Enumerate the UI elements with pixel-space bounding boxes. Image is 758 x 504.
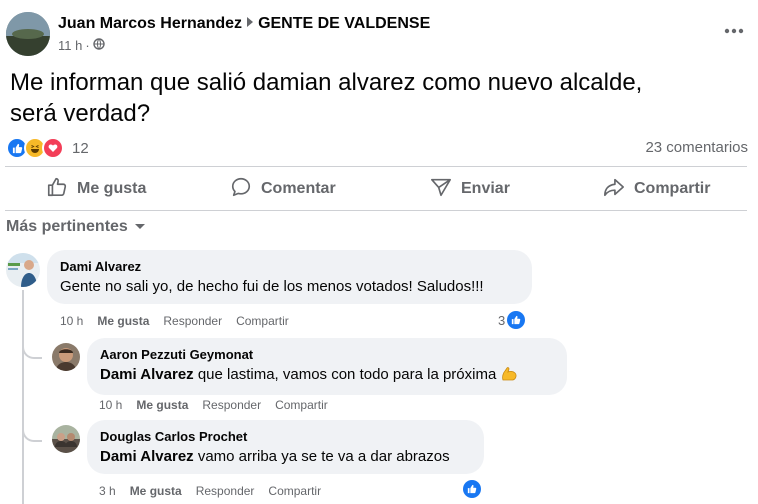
comment-button-label: Comentar [261, 180, 336, 197]
reply-actions: 3 h Me gusta Responder Compartir [99, 484, 321, 498]
author-name[interactable]: Juan Marcos Hernandez [58, 15, 242, 32]
reply-connector [22, 424, 42, 442]
commenter-avatar[interactable] [6, 253, 40, 287]
reply-connector [22, 341, 42, 359]
reply-time[interactable]: 3 h [99, 484, 116, 498]
reply-mention[interactable]: Dami Alvarez [100, 448, 194, 465]
like-badge-icon[interactable] [463, 480, 481, 498]
like-badge-icon [507, 311, 526, 329]
globe-icon [92, 38, 105, 53]
comment-time[interactable]: 10 h [60, 314, 83, 328]
reply-text: Dami Alvarez vamo arriba ya se te va a d… [100, 448, 471, 465]
post-author-line: Juan Marcos Hernandez GENTE DE VALDENSE [58, 15, 430, 33]
comment-button[interactable]: Comentar [230, 176, 336, 202]
reply-like-link[interactable]: Me gusta [130, 484, 182, 498]
post-time[interactable]: 11 h [58, 38, 82, 53]
reply-time[interactable]: 10 h [99, 398, 122, 412]
post-meta: 11 h · [58, 38, 105, 53]
reply-text-body: vamo arriba ya se te va a dar abrazos [193, 448, 450, 465]
like-button[interactable]: Me gusta [46, 176, 146, 202]
reply-bubble: Aaron Pezzuti Geymonat Dami Alvarez que … [87, 338, 567, 395]
comment-actions: 10 h Me gusta Responder Compartir [60, 314, 289, 328]
group-name[interactable]: GENTE DE VALDENSE [258, 15, 430, 32]
divider-bottom [5, 210, 747, 211]
reactions-summary[interactable]: 12 [6, 137, 89, 159]
reply-bubble: Douglas Carlos Prochet Dami Alvarez vamo… [87, 420, 484, 474]
flexed-biceps-emoji [500, 366, 518, 386]
comment-author[interactable]: Dami Alvarez [60, 259, 519, 274]
reply-avatar[interactable] [52, 425, 80, 453]
reply-text: Dami Alvarez que lastima, vamos con todo… [100, 366, 554, 386]
reaction-count: 12 [72, 139, 89, 157]
comment-reaction-count: 3 [498, 312, 506, 328]
share-button[interactable]: Compartir [603, 176, 710, 202]
more-options-icon[interactable] [724, 20, 744, 34]
reply-author[interactable]: Douglas Carlos Prochet [100, 429, 471, 444]
reply-reply-link[interactable]: Responder [202, 398, 261, 412]
comment-text: Gente no sali yo, de hecho fui de los me… [60, 278, 484, 295]
post-text: Me informan que salió damian alvarez com… [10, 67, 730, 129]
comment-reply-link[interactable]: Responder [163, 314, 222, 328]
caret-right-icon [247, 17, 254, 27]
reply-mention[interactable]: Dami Alvarez [100, 366, 194, 383]
comment-bubble-icon [230, 176, 252, 203]
reply-share-link[interactable]: Compartir [275, 398, 328, 412]
author-avatar[interactable] [6, 12, 50, 56]
comment-like-link[interactable]: Me gusta [97, 314, 149, 328]
comment-bubble: Dami Alvarez Gente no sali yo, de hecho … [47, 250, 532, 304]
share-button-label: Compartir [634, 180, 711, 197]
chevron-down-icon [134, 218, 146, 236]
divider-top [5, 166, 747, 167]
send-icon [430, 176, 452, 203]
comment-reactions[interactable]: 3 [498, 311, 526, 329]
reply-author[interactable]: Aaron Pezzuti Geymonat [100, 347, 554, 362]
comment-share-link[interactable]: Compartir [236, 314, 289, 328]
reply-reply-link[interactable]: Responder [196, 484, 255, 498]
thumbs-up-icon [46, 176, 68, 203]
post-text-line2: será verdad? [10, 100, 151, 127]
send-button-label: Enviar [461, 180, 510, 197]
like-button-label: Me gusta [77, 180, 147, 197]
reply-actions: 10 h Me gusta Responder Compartir [99, 398, 328, 412]
meta-separator: · [85, 38, 90, 53]
share-arrow-icon [603, 176, 625, 203]
reply-text-body: que lastima, vamos con todo para la próx… [193, 366, 501, 383]
post-text-line1: Me informan que salió damian alvarez com… [10, 69, 643, 96]
sort-label: Más pertinentes [6, 218, 128, 235]
reply-like-link[interactable]: Me gusta [136, 398, 188, 412]
thread-line [22, 290, 24, 504]
reply-share-link[interactable]: Compartir [268, 484, 321, 498]
love-reaction-icon [42, 137, 64, 159]
reply-avatar[interactable] [52, 343, 80, 371]
send-button[interactable]: Enviar [430, 176, 510, 202]
comments-count[interactable]: 23 comentarios [645, 139, 748, 156]
comment-sort-dropdown[interactable]: Más pertinentes [6, 218, 146, 236]
